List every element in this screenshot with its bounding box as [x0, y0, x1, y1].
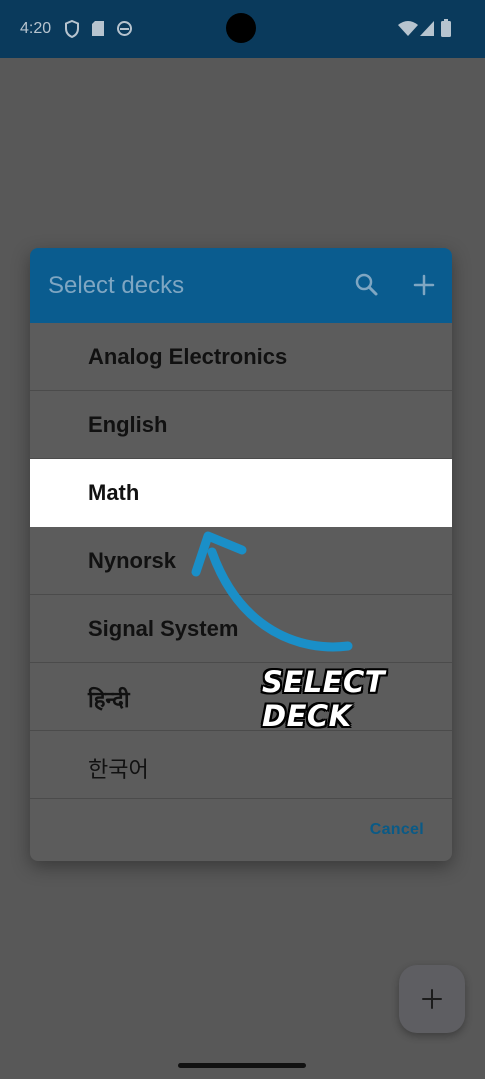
search-icon: [350, 273, 384, 306]
deck-item-math[interactable]: Math: [30, 459, 452, 527]
cell-signal-icon: [420, 21, 434, 41]
sd-card-icon: [91, 20, 105, 42]
status-time: 4:20: [20, 20, 52, 37]
deck-item-english[interactable]: English: [30, 391, 452, 459]
sync-icon: [116, 20, 133, 42]
battery-icon: [441, 19, 451, 42]
deck-item-label: Math: [88, 480, 140, 505]
camera-cutout: [226, 13, 256, 43]
status-bar: 4:20: [0, 0, 485, 58]
annotation-label: SELECT DECK: [262, 665, 386, 733]
dialog-title: Select decks: [48, 272, 185, 299]
deck-item-label: English: [88, 412, 168, 437]
annotation-arrow-icon: [191, 531, 353, 652]
add-deck-button[interactable]: [407, 268, 441, 302]
deck-item-label: Analog Electronics: [88, 344, 288, 369]
gesture-nav-bar[interactable]: [178, 1063, 306, 1068]
wifi-icon: [398, 21, 418, 41]
shield-icon: [64, 19, 80, 43]
deck-item-label: हिन्दी: [88, 687, 130, 712]
search-button[interactable]: [350, 268, 384, 302]
plus-icon: [421, 988, 443, 1015]
deck-item-analog-electronics[interactable]: Analog Electronics: [30, 323, 452, 391]
add-fab-button[interactable]: [399, 965, 465, 1033]
deck-item-korean[interactable]: 한국어: [30, 731, 452, 799]
deck-item-label: Nynorsk: [88, 548, 177, 573]
deck-item-label: 한국어: [88, 757, 149, 782]
plus-icon: [407, 274, 441, 306]
cancel-button[interactable]: Cancel: [370, 821, 424, 839]
dialog-header: Select decks: [30, 248, 452, 323]
